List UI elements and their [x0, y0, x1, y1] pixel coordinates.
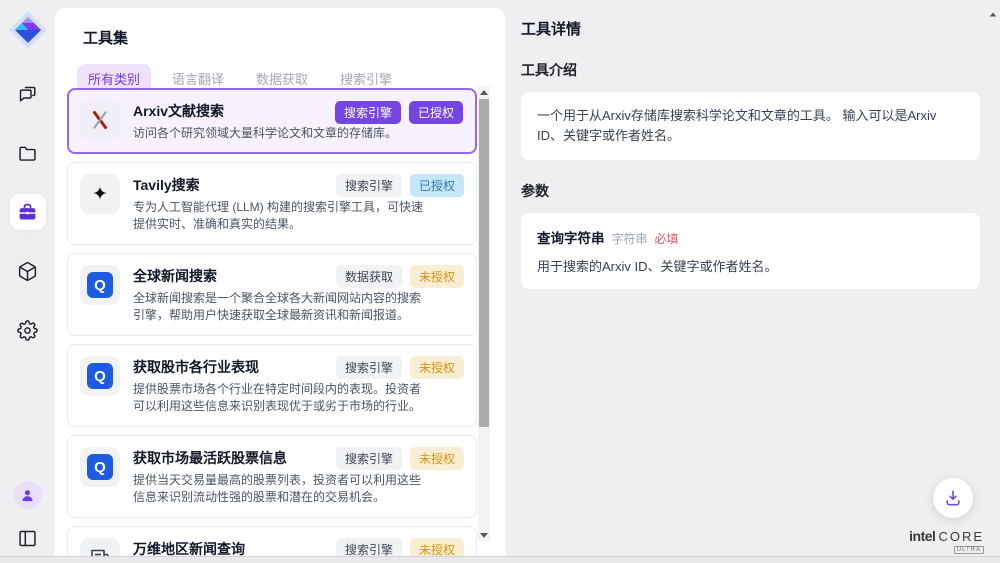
tool-card[interactable]: Q 全球新闻搜索 全球新闻搜索是一个聚合全球各大新闻网站内容的搜索引擎，帮助用户… — [67, 253, 477, 336]
tool-card[interactable]: 万维地区新闻查询 查询具体行政区划内的新闻，快速了解各地新闻动 搜索引擎 未授权 — [67, 526, 477, 556]
scrollbar-thumb[interactable] — [479, 99, 489, 427]
tool-auth-badge: 已授权 — [409, 101, 463, 124]
tool-auth-badge: 未授权 — [410, 265, 464, 288]
param-name: 查询字符串 — [537, 227, 605, 247]
download-icon — [943, 488, 963, 508]
chat-icon[interactable] — [10, 76, 46, 112]
tool-card[interactable]: Q 获取股市各行业表现 提供股票市场各个行业在特定时间段内的表现。投资者可以利用… — [67, 344, 477, 427]
four-point-star-icon: ✦ — [80, 174, 120, 214]
intro-card: 一个用于从Arxiv存储库搜索科学论文和文章的工具。 输入可以是Arxiv ID… — [521, 92, 980, 160]
tool-card[interactable]: Arxiv文献搜索 访问各个研究领域大量科学论文和文章的存储库。 搜索引擎 已授… — [67, 88, 477, 154]
tool-category-badge: 搜索引擎 — [335, 101, 401, 124]
sidebar-rail — [0, 0, 55, 563]
package-icon[interactable] — [10, 253, 46, 289]
param-description: 用于搜索的Arxiv ID、关键字或作者姓名。 — [537, 256, 964, 275]
intel-core-logo: intel CORE ULTRA — [909, 528, 984, 554]
newspaper-icon — [80, 538, 120, 556]
tool-auth-badge: 未授权 — [410, 356, 464, 379]
parameter-card: 查询字符串 字符串 必填 用于搜索的Arxiv ID、关键字或作者姓名。 — [521, 213, 980, 289]
arxiv-logo-icon — [80, 100, 120, 140]
tool-auth-badge: 未授权 — [410, 538, 464, 556]
ultra-badge: ULTRA — [954, 546, 984, 554]
app-window: 工具集 所有类别语言翻译数据获取搜索引擎 Arxiv文献搜索 访问各个研究领域大… — [0, 0, 1000, 563]
tool-auth-badge: 未授权 — [410, 447, 464, 470]
details-scroll-up-icon[interactable] — [989, 12, 997, 17]
tool-auth-badge: 已授权 — [410, 174, 464, 197]
tool-description: 访问各个研究领域大量科学论文和文章的存储库。 — [133, 125, 426, 142]
window-bottom-edge — [0, 556, 1000, 563]
tool-category-badge: 搜索引擎 — [336, 174, 402, 197]
list-scrollbar[interactable] — [478, 86, 490, 541]
tool-category-badge: 搜索引擎 — [336, 356, 402, 379]
tool-description: 提供股票市场各个行业在特定时间段内的表现。投资者可以利用这些信息来识别表现优于或… — [133, 381, 426, 415]
app-logo-icon — [8, 10, 48, 50]
details-title: 工具详情 — [521, 18, 980, 39]
param-required-badge: 必填 — [655, 230, 679, 247]
search-q-logo-icon: Q — [80, 265, 120, 305]
tool-category-badge: 搜索引擎 — [336, 447, 402, 470]
toolbox-icon[interactable] — [10, 194, 46, 230]
tool-details-panel: 工具详情 工具介绍 一个用于从Arxiv存储库搜索科学论文和文章的工具。 输入可… — [505, 0, 1000, 563]
toolset-panel: 工具集 所有类别语言翻译数据获取搜索引擎 Arxiv文献搜索 访问各个研究领域大… — [55, 8, 505, 563]
download-button[interactable] — [933, 478, 973, 518]
tool-list: Arxiv文献搜索 访问各个研究领域大量科学论文和文章的存储库。 搜索引擎 已授… — [67, 88, 477, 556]
folder-icon[interactable] — [10, 135, 46, 171]
search-q-logo-icon: Q — [80, 356, 120, 396]
tool-card[interactable]: Q 获取市场最活跃股票信息 提供当天交易量最高的股票列表，投资者可以利用这些信息… — [67, 435, 477, 518]
tool-category-badge: 数据获取 — [336, 265, 402, 288]
tool-description: 全球新闻搜索是一个聚合全球各大新闻网站内容的搜索引擎，帮助用户快速获取全球最新资… — [133, 290, 426, 324]
tool-card[interactable]: ✦ Tavily搜索 专为人工智能代理 (LLM) 构建的搜索引擎工具，可快速提… — [67, 162, 477, 245]
intro-heading: 工具介绍 — [521, 60, 980, 80]
scroll-down-arrow-icon[interactable] — [478, 529, 490, 541]
scroll-up-arrow-icon[interactable] — [478, 86, 490, 98]
tool-category-badge: 搜索引擎 — [336, 538, 402, 556]
params-heading: 参数 — [521, 181, 980, 201]
tool-description: 提供当天交易量最高的股票列表，投资者可以利用这些信息来识别流动性强的股票和潜在的… — [133, 472, 426, 506]
search-q-logo-icon: Q — [80, 447, 120, 487]
collapse-sidebar-icon[interactable] — [15, 525, 41, 551]
user-avatar[interactable] — [14, 481, 42, 509]
core-wordmark: CORE — [938, 529, 984, 544]
page-title: 工具集 — [55, 8, 505, 48]
settings-gear-icon[interactable] — [10, 312, 46, 348]
intro-text: 一个用于从Arxiv存储库搜索科学论文和文章的工具。 输入可以是Arxiv ID… — [537, 106, 964, 146]
intel-wordmark: intel — [909, 528, 935, 544]
param-type: 字符串 — [612, 230, 648, 247]
tool-description: 专为人工智能代理 (LLM) 构建的搜索引擎工具，可快速提供实时、准确和真实的结… — [133, 199, 426, 233]
